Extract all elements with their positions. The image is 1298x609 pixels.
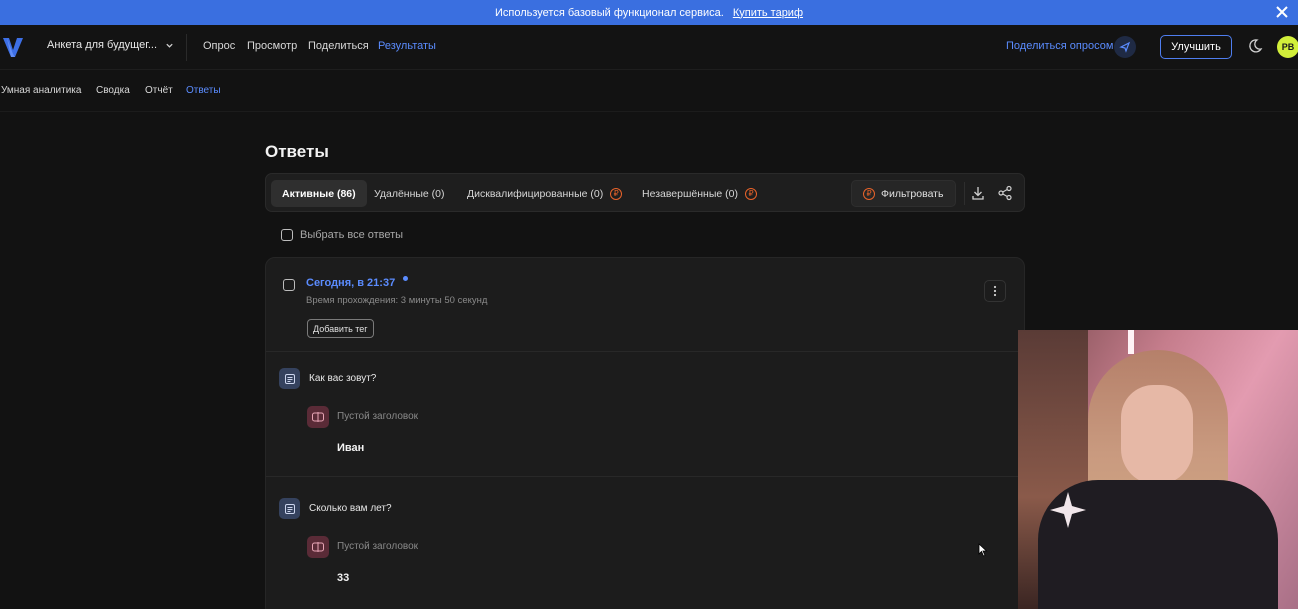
ruble-icon: ₽ [744, 187, 757, 200]
send-icon [1119, 41, 1131, 53]
top-navigation: Анкета для будущег... Опрос Просмотр Под… [0, 25, 1298, 70]
share-survey-link[interactable]: Поделиться опросом [1006, 40, 1113, 52]
filter-label: Фильтровать [881, 187, 944, 200]
question-text: Как вас зовут? [309, 373, 377, 384]
page-title: Ответы [265, 142, 329, 161]
select-all-label: Выбрать все ответы [300, 229, 404, 241]
response-card: Сегодня, в 21:37 Время прохождения: 3 ми… [265, 257, 1025, 609]
text-question-icon [279, 498, 300, 519]
select-all-checkbox[interactable]: Выбрать все ответы [281, 229, 403, 241]
upgrade-button[interactable]: Улучшить [1160, 35, 1232, 59]
subnav-report[interactable]: Отчёт [145, 85, 173, 96]
response-date[interactable]: Сегодня, в 21:37 [306, 277, 395, 289]
response-duration: Время прохождения: 3 минуты 50 секунд [306, 295, 488, 306]
webcam-overlay [1018, 330, 1298, 609]
answer-value: 33 [337, 572, 350, 584]
new-indicator [403, 276, 408, 281]
subnav-summary[interactable]: Сводка [96, 85, 130, 96]
buy-plan-link[interactable]: Купить тариф [733, 7, 803, 19]
mouse-cursor-icon [978, 543, 988, 557]
tab-label: Активные (86) [282, 187, 356, 200]
text-question-icon [279, 368, 300, 389]
avatar[interactable]: PB [1277, 36, 1298, 58]
results-subnav: Умная аналитика Сводка Отчёт Ответы [0, 70, 1298, 112]
webcam-person-face [1121, 385, 1193, 485]
answer-field-icon [307, 536, 329, 558]
share-survey-button[interactable] [1114, 36, 1136, 58]
divider [266, 351, 1024, 352]
download-icon[interactable] [969, 184, 987, 202]
chevron-down-icon [166, 43, 173, 48]
tab-label: Дисквалифицированные (0) [467, 187, 604, 200]
moon-icon[interactable] [1247, 38, 1263, 54]
answer-label: Пустой заголовок [337, 411, 419, 422]
service-banner: Используется базовый функционал сервиса.… [0, 0, 1298, 25]
answer-label: Пустой заголовок [337, 541, 419, 552]
webcam-light [1128, 330, 1134, 354]
share-icon[interactable] [996, 184, 1014, 202]
tab-incomplete[interactable]: Незавершённые (0) ₽ [631, 180, 768, 207]
tab-label: Удалённые (0) [374, 187, 445, 200]
responses-tabs: Активные (86) Удалённые (0) Дисквалифици… [265, 173, 1025, 212]
nav-preview[interactable]: Просмотр [247, 40, 297, 52]
divider [186, 34, 187, 61]
survey-selector[interactable]: Анкета для будущег... [47, 39, 174, 51]
answer-value: Иван [337, 442, 365, 454]
checkbox-icon [281, 229, 293, 241]
ruble-icon: ₽ [863, 187, 875, 200]
divider [266, 476, 1024, 477]
more-vertical-icon [993, 285, 997, 297]
response-checkbox[interactable] [283, 279, 295, 291]
question-text: Сколько вам лет? [309, 503, 392, 514]
subnav-smart-analytics[interactable]: Умная аналитика [1, 85, 81, 96]
star-print-icon [1050, 492, 1086, 528]
survey-name: Анкета для будущег... [47, 39, 158, 51]
logo-icon[interactable] [2, 35, 24, 59]
divider [964, 182, 965, 205]
tab-label: Незавершённые (0) [642, 187, 738, 200]
banner-text: Используется базовый функционал сервиса. [494, 6, 724, 19]
tab-active[interactable]: Активные (86) [271, 180, 367, 207]
subnav-responses[interactable]: Ответы [186, 85, 221, 96]
nav-survey[interactable]: Опрос [203, 40, 235, 52]
tab-deleted[interactable]: Удалённые (0) [363, 180, 456, 207]
nav-results[interactable]: Результаты [378, 40, 436, 52]
tab-disqualified[interactable]: Дисквалифицированные (0) ₽ [456, 180, 633, 207]
add-tag-button[interactable]: Добавить тег [307, 319, 374, 338]
close-icon[interactable] [1274, 4, 1290, 20]
filter-button[interactable]: ₽ Фильтровать [851, 180, 956, 207]
answer-field-icon [307, 406, 329, 428]
more-menu-button[interactable] [984, 280, 1006, 302]
ruble-icon: ₽ [610, 187, 623, 200]
nav-share[interactable]: Поделиться [308, 40, 369, 52]
